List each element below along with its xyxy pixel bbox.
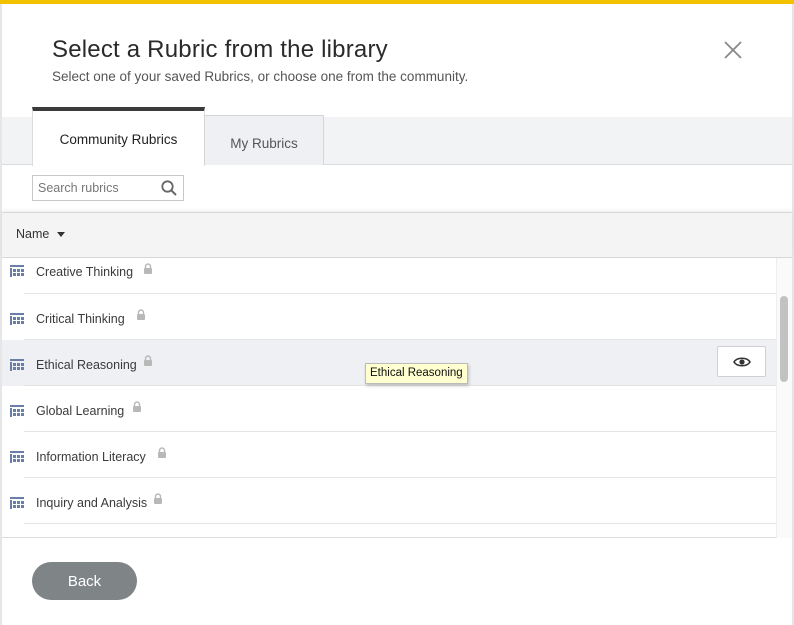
search-icon[interactable]: [160, 179, 178, 197]
row-divider: [24, 523, 778, 524]
list-header: Name: [2, 212, 792, 258]
lock-icon: [158, 447, 166, 458]
lock-icon: [133, 401, 141, 412]
rubric-name: Creative Thinking: [36, 265, 134, 279]
rubric-name: Information Literacy: [36, 450, 146, 464]
sort-by-name-button[interactable]: Name: [16, 227, 66, 241]
rubric-grid-icon: [10, 359, 24, 371]
row-tooltip: Ethical Reasoning: [365, 363, 468, 384]
tab-community-rubrics[interactable]: Community Rubrics: [32, 107, 205, 166]
scrollbar-thumb[interactable]: [780, 296, 788, 382]
close-icon: [724, 41, 742, 59]
tab-strip: Community Rubrics My Rubrics: [2, 107, 792, 166]
rubric-list[interactable]: Creative Thinking Critical Thinking Ethi…: [2, 258, 792, 538]
rubric-row[interactable]: Global Learning: [2, 386, 778, 432]
lock-icon: [154, 493, 162, 504]
rubric-grid-icon: [10, 451, 24, 463]
tab-my-rubrics[interactable]: My Rubrics: [204, 115, 324, 165]
close-button[interactable]: [722, 39, 744, 61]
eye-icon: [732, 356, 751, 367]
rubric-name: Global Learning: [36, 404, 125, 418]
lock-icon: [137, 309, 145, 320]
lock-icon: [144, 263, 152, 274]
dialog-title: Select a Rubric from the library: [52, 36, 388, 63]
rubric-row[interactable]: Inquiry and Analysis: [2, 478, 778, 524]
dialog-subtitle: Select one of your saved Rubrics, or cho…: [52, 69, 469, 84]
rubric-row[interactable]: Information Literacy: [2, 432, 778, 478]
rubric-grid-icon: [10, 497, 24, 509]
search-input[interactable]: [38, 177, 158, 199]
list-scrollbar[interactable]: [776, 258, 792, 538]
lock-icon: [144, 355, 152, 366]
sort-label: Name: [16, 227, 50, 241]
search-box: [32, 175, 184, 201]
rubric-grid-icon: [10, 313, 24, 325]
back-button[interactable]: Back: [32, 562, 137, 600]
rubric-row[interactable]: Creative Thinking: [2, 258, 778, 294]
rubric-grid-icon: [10, 265, 24, 277]
rubric-grid-icon: [10, 405, 24, 417]
rubric-name: Inquiry and Analysis: [36, 496, 148, 510]
preview-button[interactable]: [717, 346, 766, 377]
rubric-name: Critical Thinking: [36, 312, 125, 326]
rubric-name: Ethical Reasoning: [36, 358, 137, 372]
rubric-row[interactable]: Critical Thinking: [2, 294, 778, 340]
caret-down-icon: [57, 231, 66, 237]
top-accent-bar: [0, 0, 794, 4]
